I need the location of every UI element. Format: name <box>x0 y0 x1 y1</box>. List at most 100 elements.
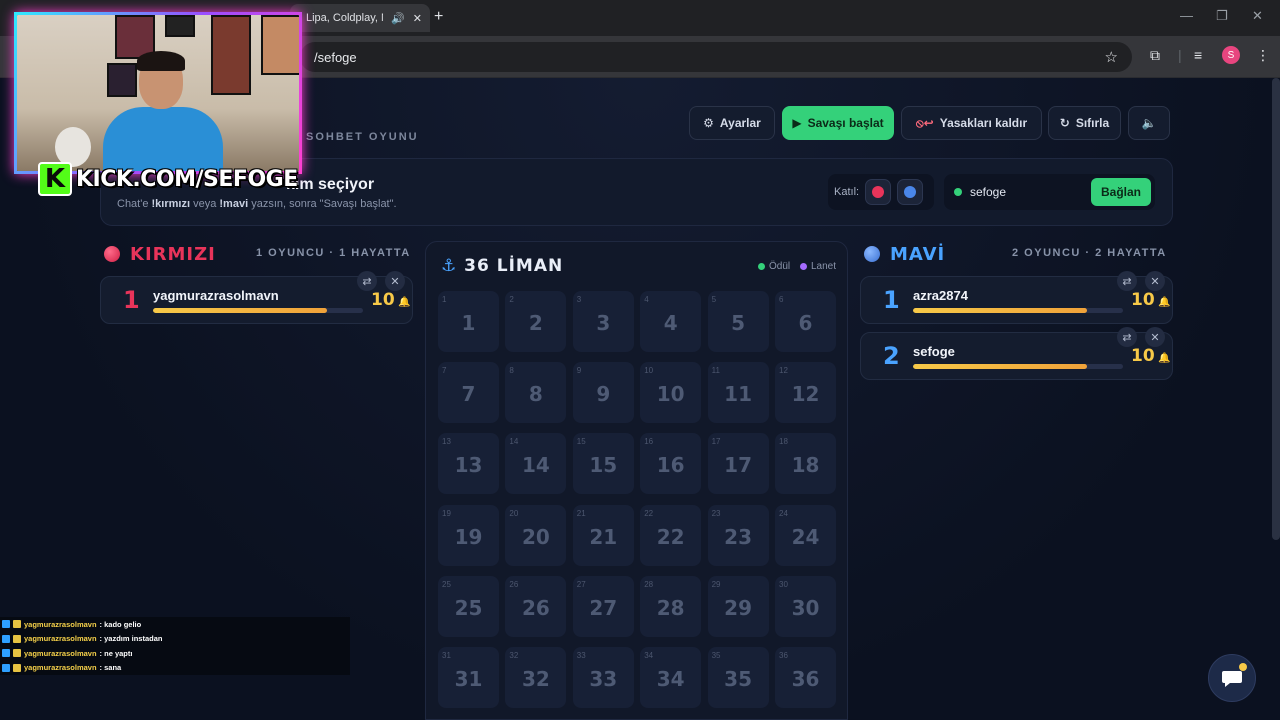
join-label: Katıl: <box>834 186 860 198</box>
player-rank: 1 <box>123 286 140 314</box>
harbor-cell[interactable]: 88 <box>505 362 567 424</box>
harbor-cell[interactable]: 55 <box>707 291 769 352</box>
player-card: 1 yagmurazrasolmavn 10 🔔 ⇄ ✕ <box>100 271 413 324</box>
red-team-name: KIRMIZI <box>130 243 216 265</box>
harbor-cell[interactable]: 15 15 <box>572 433 634 495</box>
harbor-cell[interactable]: 27 27 <box>572 575 634 637</box>
harbor-cell[interactable]: 14 14 <box>505 433 567 495</box>
start-battle-button[interactable]: ▶ Savaşı başlat <box>782 106 894 140</box>
harbor-cell[interactable]: 30 30 <box>775 575 836 637</box>
kick-branding: K KICK.COM/SEFOGE <box>38 162 298 196</box>
harbor-cell[interactable]: 44 <box>640 291 702 352</box>
stream-chat-overlay: yagmurazrasolmavn : kado gelio yagmurazra… <box>0 617 350 675</box>
browser-tab[interactable]: Lipa, Coldplay, M 🔊 ✕ <box>290 4 430 32</box>
notification-dot <box>1239 663 1247 671</box>
kick-logo-icon: K <box>38 162 72 196</box>
harbor-cell[interactable]: 18 18 <box>775 433 836 495</box>
player-name: yagmurazrasolmavn <box>153 288 279 303</box>
board-title: ⚓ 36 LİMAN <box>441 256 564 276</box>
join-blue-button[interactable] <box>897 179 924 205</box>
harbor-cell[interactable]: 28 28 <box>640 575 702 637</box>
reset-button[interactable]: ↻ Sıfırla <box>1048 106 1121 140</box>
menu-dots-icon[interactable]: ⋮ <box>1256 47 1270 64</box>
profile-avatar[interactable]: S <box>1222 46 1240 64</box>
minimize-icon[interactable]: — <box>1180 8 1193 23</box>
player-progress-bar <box>913 364 1123 369</box>
harbor-cell[interactable]: 24 24 <box>775 504 836 566</box>
harbor-cell[interactable]: 33 <box>572 291 634 352</box>
address-bar[interactable]: /sefoge ☆ <box>300 42 1132 72</box>
harbor-cell[interactable]: 66 <box>775 291 836 352</box>
info-description: Chat'e !kırmızı veya !mavi yazsın, sonra… <box>117 198 397 210</box>
harbor-cell[interactable]: 36 36 <box>775 647 836 708</box>
player-rank: 1 <box>883 286 900 314</box>
harbor-cell[interactable]: 10 10 <box>640 362 702 424</box>
harbor-cell[interactable]: 33 33 <box>572 647 634 708</box>
settings-label: Ayarlar <box>719 116 761 130</box>
harbor-cell[interactable]: 21 21 <box>572 504 634 566</box>
harbor-cell[interactable]: 25 25 <box>438 575 499 637</box>
harbor-cell[interactable]: 20 20 <box>505 504 567 566</box>
close-icon[interactable]: ✕ <box>413 12 422 25</box>
new-tab-button[interactable]: + <box>434 8 443 26</box>
harbor-cell[interactable]: 31 31 <box>438 647 499 708</box>
bell-icon: 🔔 <box>1154 353 1171 364</box>
connection-status-dot <box>954 188 962 196</box>
extensions-icon[interactable]: ⧉ <box>1150 47 1160 64</box>
swap-team-icon[interactable]: ⇄ <box>1117 271 1137 291</box>
harbor-cell[interactable]: 11 <box>438 291 499 352</box>
channel-input[interactable]: sefoge <box>970 185 1083 199</box>
harbor-cell[interactable]: 19 19 <box>438 504 499 566</box>
bell-icon: 🔔 <box>1154 297 1171 308</box>
harbor-cell[interactable]: 13 13 <box>438 433 499 495</box>
tab-title: Lipa, Coldplay, M <box>306 12 384 24</box>
player-name: sefoge <box>913 344 955 359</box>
harbor-cell[interactable]: 22 22 <box>640 504 702 566</box>
unban-button[interactable]: ⦸↩ Yasakları kaldır <box>901 106 1042 140</box>
reset-label: Sıfırla <box>1075 116 1110 130</box>
harbor-cell[interactable]: 23 23 <box>707 504 769 566</box>
remove-player-icon[interactable]: ✕ <box>385 271 405 291</box>
harbor-cell[interactable]: 26 26 <box>505 575 567 637</box>
chat-message: yagmurazrasolmavn : ne yaptı <box>0 646 350 661</box>
chat-message: yagmurazrasolmavn : sana <box>0 661 350 676</box>
bell-icon: 🔔 <box>394 297 411 308</box>
channel-connect-box: sefoge Bağlan <box>944 174 1155 210</box>
bookmark-star-icon[interactable]: ☆ <box>1105 48 1118 66</box>
close-window-icon[interactable]: ✕ <box>1252 8 1263 24</box>
remove-player-icon[interactable]: ✕ <box>1145 271 1165 291</box>
remove-player-icon[interactable]: ✕ <box>1145 327 1165 347</box>
blue-team-name: MAVİ <box>890 243 946 265</box>
media-control-icon[interactable]: ≡ <box>1194 47 1202 63</box>
chat-bubble-icon <box>1222 671 1242 687</box>
connect-button[interactable]: Bağlan <box>1091 178 1151 206</box>
harbor-cell[interactable]: 35 35 <box>707 647 769 708</box>
swap-team-icon[interactable]: ⇄ <box>1117 327 1137 347</box>
harbor-cell[interactable]: 22 <box>505 291 567 352</box>
harbor-cell[interactable]: 34 34 <box>640 647 702 708</box>
restore-icon[interactable]: ❐ <box>1216 8 1228 24</box>
join-red-button[interactable] <box>865 179 892 205</box>
scrollbar[interactable] <box>1272 78 1280 540</box>
harbor-cell[interactable]: 29 29 <box>707 575 769 637</box>
app-subtitle: SOHBET OYUNU <box>306 131 419 143</box>
swap-team-icon[interactable]: ⇄ <box>357 271 377 291</box>
player-progress-bar <box>913 308 1123 313</box>
player-lives: 10 🔔 <box>1131 290 1171 310</box>
harbor-cell[interactable]: 17 17 <box>707 433 769 495</box>
harbor-cell[interactable]: 11 11 <box>707 362 769 424</box>
speaker-icon[interactable]: 🔊 <box>391 12 405 25</box>
player-name: azra2874 <box>913 288 968 303</box>
player-card: 2 sefoge 10 🔔 ⇄ ✕ <box>860 327 1173 380</box>
settings-button[interactable]: ⚙ Ayarlar <box>689 106 775 140</box>
harbor-cell[interactable]: 99 <box>572 362 634 424</box>
sound-button[interactable]: 🔈 <box>1128 106 1170 140</box>
chat-fab-button[interactable] <box>1208 654 1256 702</box>
harbor-cell[interactable]: 16 16 <box>640 433 702 495</box>
player-lives: 10 🔔 <box>1131 346 1171 366</box>
harbor-cell[interactable]: 32 32 <box>505 647 567 708</box>
harbor-cell[interactable]: 12 12 <box>775 362 836 424</box>
legend-curse: Lanet <box>800 261 836 272</box>
blue-team-dot <box>864 246 880 262</box>
harbor-cell[interactable]: 77 <box>438 362 499 424</box>
